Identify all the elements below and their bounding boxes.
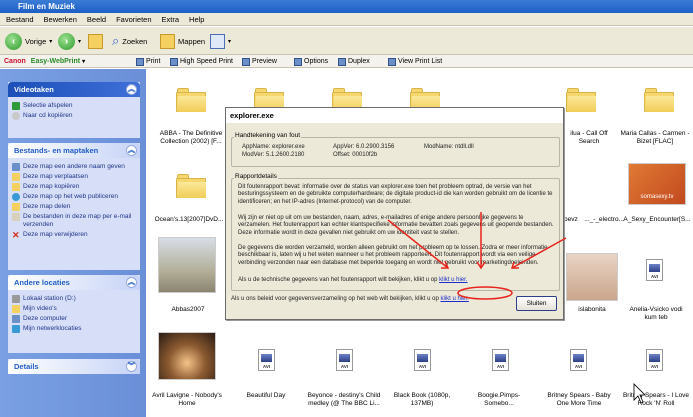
annotation-arrow	[387, 219, 449, 269]
annotation-arrow	[511, 237, 567, 269]
mouse-cursor-icon	[633, 383, 646, 404]
annotation-circle	[457, 286, 513, 300]
red-annotation-arrows	[387, 212, 567, 300]
annotation-overlay	[387, 212, 646, 404]
